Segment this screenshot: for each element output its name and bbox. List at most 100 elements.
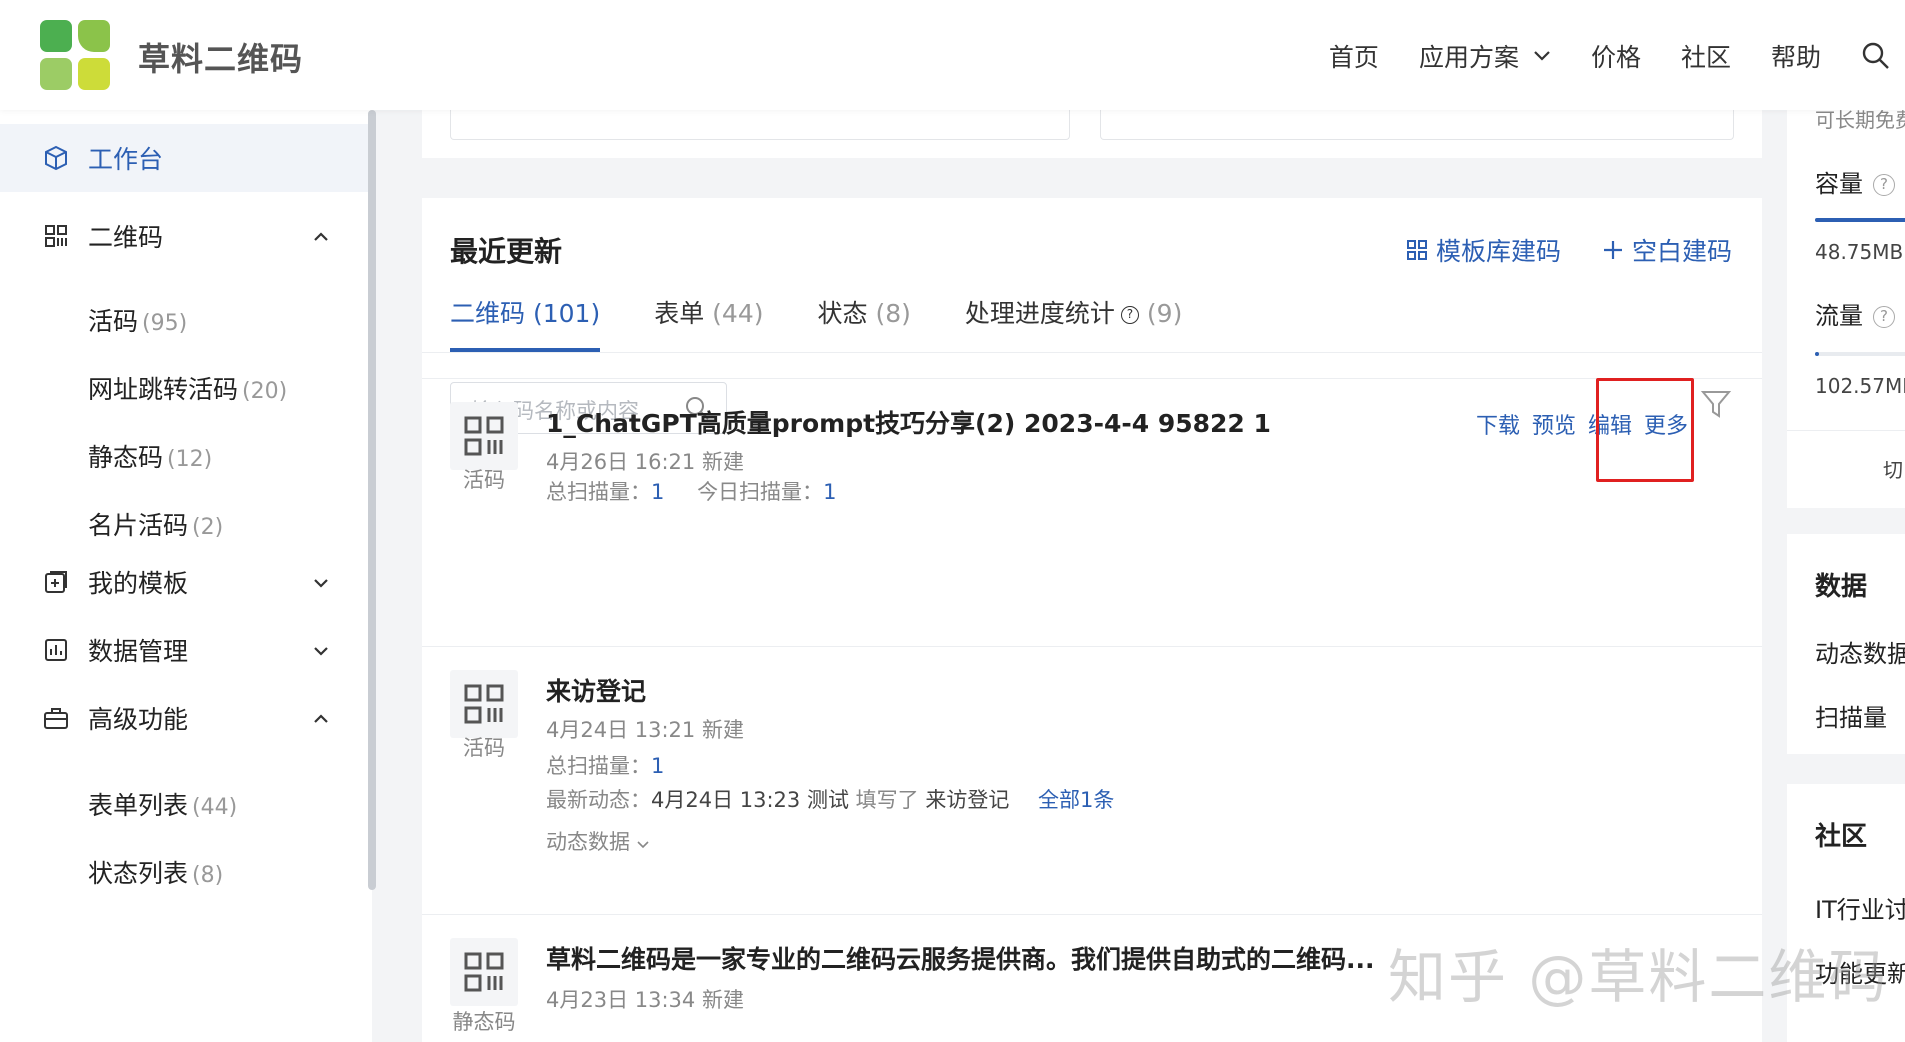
help-icon[interactable]: ? [1873,306,1895,328]
traffic-value: 102.57MB [1815,374,1905,398]
sidebar-subitem-label: 活码 [88,307,139,336]
code-title[interactable]: 草料二维码是一家专业的二维码云服务提供商。我们提供自助式的二维码... [546,940,1375,976]
created-time: 4月24日 13:21 新建 [546,718,744,742]
sidebar-subitem-count: (12) [167,447,213,472]
tab-label: 状态 [817,299,868,328]
sidebar-scrollbar[interactable] [368,110,376,890]
sidebar-item-advanced[interactable]: 高级功能 [0,684,372,752]
watermark: 知乎 @草料二维码 [1388,943,1889,1011]
today-scan-label: 今日扫描量： [697,480,824,504]
highlight-box [1596,378,1694,482]
sidebar-subitem-label: 网址跳转活码 [88,375,239,404]
total-scan-label: 总扫描量： [546,480,651,504]
tab-progress-stats[interactable]: 处理进度统计? (9) [965,294,1182,352]
nav-pricing[interactable]: 价格 [1591,38,1641,74]
sidebar-subitem-url-livecode[interactable]: 网址跳转活码 (20) [88,370,287,406]
sidebar-subitem-card-livecode[interactable]: 名片活码 (2) [88,506,223,542]
tab-forms[interactable]: 表单 (44) [654,294,763,352]
data-title: 数据 [1815,572,1868,602]
sidebar-subitem-status-list[interactable]: 状态列表 (8) [88,854,223,890]
scan-stats: 总扫描量：1 今日扫描量：1 [546,476,836,506]
brand-logo[interactable] [40,20,112,92]
code-title[interactable]: 来访登记 [546,672,646,708]
tab-count: (44) [712,299,764,328]
recent-updates-card: 最近更新 模板库建码 空白建码 二维码 (101) 表单 (44) 状态 (8)… [422,198,1762,1042]
created-time: 4月26日 16:21 新建 [546,450,744,474]
total-scan-value: 1 [651,480,665,504]
sidebar-subitem-livecode[interactable]: 活码 (95) [88,302,187,338]
section-title: 最近更新 [450,235,563,268]
nav-solutions[interactable]: 应用方案 [1419,38,1551,74]
capacity-text: 容量 [1815,170,1863,198]
sidebar-item-label: 二维码 [88,223,164,252]
latest-time: 4月24日 13:23 [651,788,801,812]
qrcode-icon [450,402,518,470]
divider [1787,430,1905,431]
template-icon [42,568,70,596]
code-type: 活码 [463,736,505,760]
latest-target: 来访登记 [925,788,1010,812]
search-icon[interactable] [1861,41,1891,71]
tab-status[interactable]: 状态 (8) [818,294,911,352]
sidebar-subitem-count: (8) [192,863,224,888]
capacity-bar [1815,218,1905,222]
sidebar-item-label: 我的模板 [88,569,189,598]
briefcase-icon [42,704,70,732]
capacity-label: 容量? [1815,164,1895,199]
sidebar-subitem-label: 状态列表 [88,859,189,888]
code-type: 静态码 [452,1010,516,1034]
sidebar-subitem-count: (2) [192,515,224,540]
data-item-scans[interactable]: 扫描量 [1815,698,1887,733]
help-icon[interactable]: ? [1873,174,1895,196]
switch-link[interactable]: 切 [1883,454,1903,483]
grid-icon [1407,240,1427,260]
sidebar-item-data-manage[interactable]: 数据管理 [0,616,372,684]
data-item-dynamic[interactable]: 动态数据 [1815,634,1905,669]
today-scan-value: 1 [823,480,837,504]
sidebar-subitem-staticcode[interactable]: 静态码 (12) [88,438,212,474]
code-title[interactable]: 1_ChatGPT高质量prompt技巧分享(2) 2023-4-4 95822… [546,404,1271,440]
sidebar-item-label: 高级功能 [88,705,189,734]
nav-home[interactable]: 首页 [1329,38,1379,74]
tab-label: 处理进度统计 [964,299,1115,328]
total-scan-value: 1 [651,754,665,778]
traffic-bar [1815,352,1905,356]
community-item[interactable]: IT行业讨 [1815,890,1905,925]
preview-button[interactable]: 预览 [1532,408,1576,440]
nav-community[interactable]: 社区 [1681,38,1731,74]
capacity-value: 48.75MB [1815,240,1904,264]
chevron-up-icon [313,708,329,729]
tab-qrcode[interactable]: 二维码 (101) [450,294,601,352]
capacity-bar-fill [1815,218,1905,222]
total-scan-label: 总扫描量： [546,754,651,778]
scan-stats: 总扫描量：1 [546,750,664,780]
nav-help[interactable]: 帮助 [1771,38,1821,74]
traffic-bar-fill [1815,352,1819,356]
blank-build-button[interactable]: 空白建码 [1602,232,1732,268]
download-button[interactable]: 下载 [1476,408,1520,440]
sidebar-item-label: 数据管理 [88,637,189,666]
template-build-button[interactable]: 模板库建码 [1406,232,1561,268]
dynamic-data-toggle[interactable]: 动态数据 [546,826,649,856]
chevron-down-icon [1534,51,1550,61]
sidebar-subitem-form-list[interactable]: 表单列表 (44) [88,786,237,822]
top-nav: 首页 应用方案 价格 社区 帮助 [1329,38,1905,74]
help-icon: ? [1120,306,1139,324]
list-item[interactable]: 活码 来访登记 4月24日 13:21 新建 总扫描量：1 最新动态：4月24日… [422,646,1762,914]
tab-bar: 二维码 (101) 表单 (44) 状态 (8) 处理进度统计? (9) [450,294,1236,352]
tab-label: 二维码 [450,299,526,328]
chevron-down-icon [313,572,329,593]
cube-icon [42,144,70,172]
qrcode-icon [450,938,518,1006]
all-activity-link[interactable]: 全部1条 [1038,788,1114,812]
sidebar-item-qrcode[interactable]: 二维码 [0,202,372,270]
list-item[interactable]: 活码 1_ChatGPT高质量prompt技巧分享(2) 2023-4-4 95… [422,378,1762,534]
created-time: 4月23日 13:34 新建 [546,988,744,1012]
latest-label: 最新动态： [546,788,651,812]
nav-solutions-label: 应用方案 [1418,43,1519,72]
sidebar-item-workbench[interactable]: 工作台 [0,124,372,192]
brand-name[interactable]: 草料二维码 [138,34,303,80]
sidebar-item-my-templates[interactable]: 我的模板 [0,548,372,616]
sidebar-subitem-count: (95) [142,311,188,336]
sidebar-item-label: 工作台 [88,145,164,174]
